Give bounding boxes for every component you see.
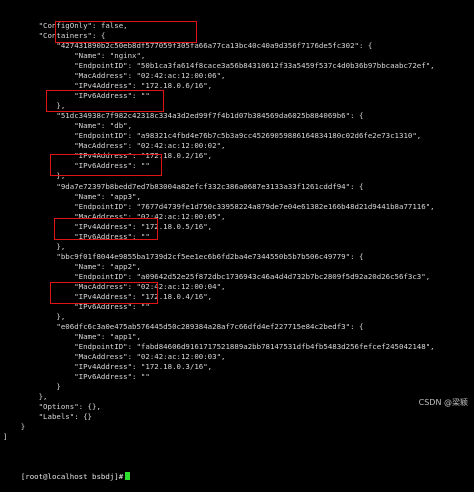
terminal-line: "IPv4Address": "172.18.0.6/16",: [3, 81, 213, 91]
terminal-line: },: [3, 241, 66, 251]
terminal-line: }: [3, 382, 61, 392]
terminal-line: "Options": {},: [3, 402, 101, 412]
terminal-line: }: [3, 422, 26, 432]
command-prompt-line[interactable]: [root@localhost bsbdj]#: [3, 462, 474, 481]
terminal-line: "Name": "nginx",: [3, 51, 146, 61]
terminal-output: "ConfigOnly": false, "Containers": { "42…: [3, 21, 474, 442]
terminal-line: "EndpointID": "a98321c4fbd4e76b7c5b3a9cc…: [3, 131, 422, 141]
terminal-line: "MacAddress": "02:42:ac:12:00:06",: [3, 71, 226, 81]
terminal-line: },: [3, 311, 66, 321]
text-cursor: [125, 472, 131, 481]
terminal-line: "427431890b2c50eb8df577059f305fa66a77ca1…: [3, 41, 373, 51]
terminal-line: "IPv6Address": "": [3, 231, 150, 241]
terminal-line: },: [3, 392, 48, 402]
terminal-line: "ConfigOnly": false,: [3, 21, 128, 30]
terminal-line: },: [3, 171, 66, 181]
terminal-line: },: [3, 101, 66, 111]
terminal-line: "MacAddress": "02:42:ac:12:00:05",: [3, 211, 226, 221]
terminal-line: "Labels": {}: [3, 412, 92, 422]
terminal-line: "EndpointID": "fabd84606d9161717521889a2…: [3, 342, 435, 351]
terminal-line: "Name": "app2",: [3, 261, 141, 271]
terminal-line: "bbc9f01f8044e9855ba1739d2cf5ee1ec6b6fd2…: [3, 251, 364, 261]
terminal-line: "Name": "app1",: [3, 331, 141, 341]
terminal-line: "9da7e72397b8bedd7ed7b83004a82efcf332c38…: [3, 181, 364, 191]
terminal-line: "IPv4Address": "172.18.0.5/16",: [3, 221, 213, 231]
terminal-line: "e06dfc6c3a0e475ab576445d50c289384a28af7…: [3, 321, 364, 331]
terminal-line: "51dc34938c7f982c42318c334a3d2ed99f7f4b1…: [3, 111, 364, 121]
terminal-line: "IPv4Address": "172.18.0.2/16",: [3, 151, 213, 161]
terminal-line: "Name": "app3",: [3, 191, 141, 201]
terminal-line: "MacAddress": "02:42:ac:12:00:04",: [3, 281, 226, 291]
terminal-line: "IPv4Address": "172.18.0.3/16",: [3, 362, 213, 372]
terminal-line: "IPv6Address": "": [3, 91, 150, 101]
terminal-line: ]: [3, 432, 8, 442]
terminal-line: "MacAddress": "02:42:ac:12:00:02",: [3, 141, 226, 151]
shell-prompt: [root@localhost bsbdj]#: [20, 472, 124, 482]
terminal-window[interactable]: "ConfigOnly": false, "Containers": { "42…: [3, 1, 474, 481]
terminal-line: "EndpointID": "7677d4739fe1d750c33958224…: [3, 201, 435, 211]
terminal-line: "EndpointID": "a09642d52e25f872dbc173694…: [3, 271, 431, 281]
watermark: CSDN @梁颖: [418, 398, 468, 407]
terminal-line: "IPv6Address": "": [3, 301, 150, 311]
terminal-line: "IPv6Address": "": [3, 372, 150, 382]
terminal-line: "Containers": {: [3, 31, 106, 41]
terminal-line: "Name": "db",: [3, 121, 133, 131]
terminal-line: "IPv4Address": "172.18.0.4/16",: [3, 291, 213, 301]
terminal-line: "MacAddress": "02:42:ac:12:00:03",: [3, 352, 226, 362]
terminal-line: "EndpointID": "50b1ca3fa614f8cace3a56b84…: [3, 61, 435, 71]
terminal-line: "IPv6Address": "": [3, 161, 150, 171]
